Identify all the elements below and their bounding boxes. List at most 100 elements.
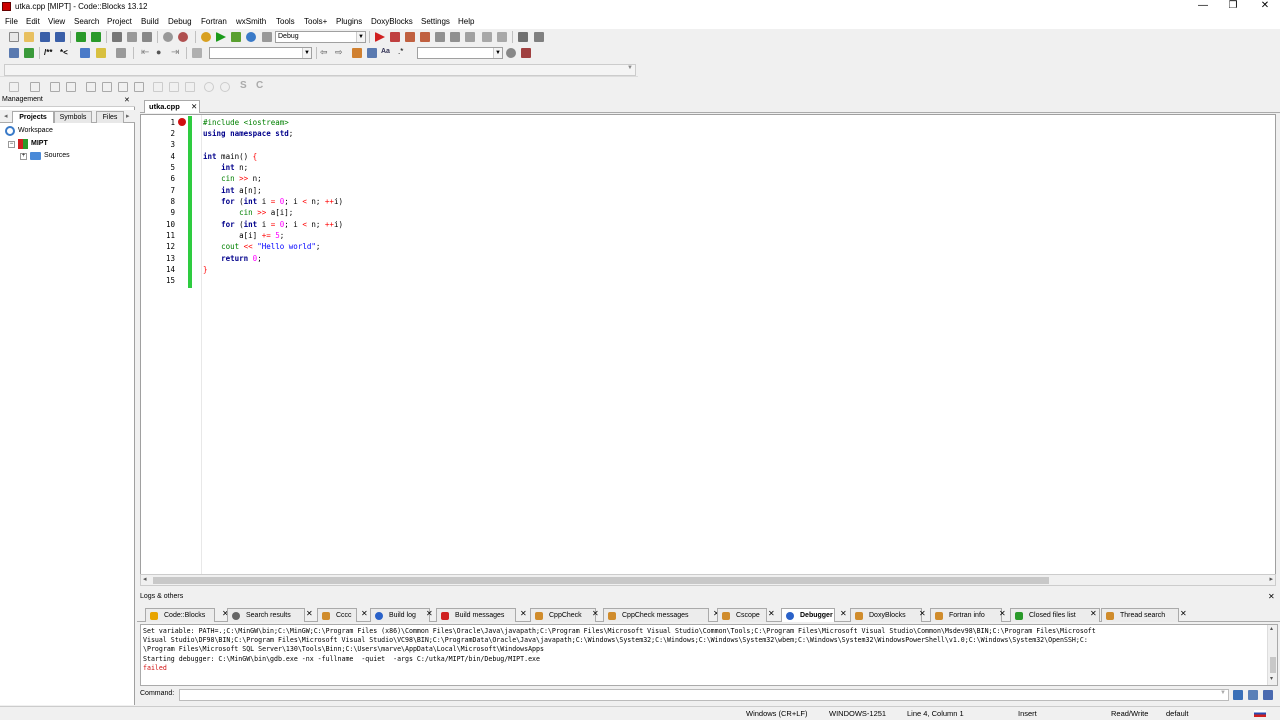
debugger-log[interactable]: Set variable: PATH=.;C:\MinGW\bin;C:\Min… — [140, 624, 1278, 686]
close-icon[interactable]: ✕ — [592, 609, 599, 618]
menu-build[interactable]: Build — [141, 17, 159, 26]
function-scope-select[interactable]: ▼ — [209, 47, 312, 59]
rebuild-icon[interactable] — [246, 32, 256, 42]
scope-select[interactable]: ▼ — [4, 64, 636, 76]
menu-plugins[interactable]: Plugins — [336, 17, 362, 26]
minimize-button[interactable]: — — [1188, 0, 1218, 14]
close-icon[interactable]: ✕ — [768, 609, 775, 618]
menu-tools-plus[interactable]: Tools+ — [304, 17, 327, 26]
extract-docs-icon[interactable] — [24, 48, 34, 58]
build-run-icon[interactable] — [231, 32, 241, 42]
doxyblocks-config-icon[interactable] — [116, 48, 126, 58]
tab-scroll-right-icon[interactable]: ▸ — [126, 112, 130, 120]
tab-build-messages[interactable]: Build messages — [436, 608, 516, 622]
various-info-icon[interactable] — [534, 32, 544, 42]
tab-code-blocks[interactable]: Code::Blocks — [145, 608, 215, 622]
arrow-right-icon[interactable]: ⇨ — [335, 47, 343, 58]
tab-closed-files-list[interactable]: Closed files list — [1010, 608, 1100, 622]
align-icon[interactable] — [102, 82, 112, 92]
toggle-bookmark-icon[interactable]: ● — [156, 47, 161, 57]
close-icon[interactable]: ✕ — [361, 609, 368, 618]
cut-icon[interactable] — [112, 32, 122, 42]
close-icon[interactable]: ✕ — [520, 609, 527, 618]
tab-cppcheck-messages[interactable]: CppCheck messages — [603, 608, 709, 622]
menu-wxsmith[interactable]: wxSmith — [236, 17, 266, 26]
next-instruction-icon[interactable] — [450, 32, 460, 42]
menu-doxyblocks[interactable]: DoxyBlocks — [371, 17, 413, 26]
menu-help[interactable]: Help — [458, 17, 474, 26]
maximize-button[interactable]: ❐ — [1218, 0, 1248, 14]
c-icon[interactable]: C — [256, 80, 263, 91]
command-input[interactable]: ▼ — [179, 689, 1229, 701]
run-to-cursor-icon[interactable] — [390, 32, 400, 42]
debugging-windows-icon[interactable] — [518, 32, 528, 42]
highlight-icon[interactable] — [352, 48, 362, 58]
close-icon[interactable]: ✕ — [306, 609, 313, 618]
arrow-left-icon[interactable]: ⇦ — [320, 47, 328, 58]
undo-icon[interactable] — [76, 32, 86, 42]
scroll-thumb[interactable] — [1270, 657, 1276, 673]
tab-doxyblocks[interactable]: DoxyBlocks — [850, 608, 922, 622]
menu-file[interactable]: File — [5, 17, 18, 26]
menu-project[interactable]: Project — [107, 17, 132, 26]
expand-icon[interactable]: + — [20, 153, 27, 160]
block-comment-icon[interactable]: /** — [44, 48, 52, 57]
close-icon[interactable]: ✕ — [191, 101, 197, 113]
tab-cccc[interactable]: Cccc — [317, 608, 357, 622]
align-icon[interactable] — [86, 82, 96, 92]
save-all-icon[interactable] — [55, 32, 65, 42]
abort-icon[interactable] — [262, 32, 272, 42]
run-html-icon[interactable] — [80, 48, 90, 58]
log-vertical-scrollbar[interactable]: ▴ ▾ — [1267, 625, 1277, 685]
find-icon[interactable] — [163, 32, 173, 42]
tab-symbols[interactable]: Symbols — [54, 111, 92, 123]
tab-debugger[interactable]: Debugger — [781, 608, 835, 622]
tab-cscope[interactable]: Cscope — [717, 608, 767, 622]
line-comment-icon[interactable]: *< — [60, 48, 68, 57]
stop-debugger-icon[interactable] — [497, 32, 507, 42]
run-chm-icon[interactable] — [96, 48, 106, 58]
widget-icon[interactable] — [30, 82, 40, 92]
chevron-down-icon[interactable]: ▼ — [1220, 690, 1226, 696]
build-target-select[interactable]: Debug ▼ — [275, 31, 366, 43]
scroll-left-icon[interactable]: ◂ — [143, 575, 147, 583]
close-icon[interactable]: ✕ — [840, 609, 847, 618]
tab-cppcheck[interactable]: CppCheck — [530, 608, 596, 622]
tab-fortran-info[interactable]: Fortran info — [930, 608, 1002, 622]
copy-icon[interactable] — [127, 32, 137, 42]
search-icon[interactable] — [506, 48, 516, 58]
close-icon[interactable]: ✕ — [1180, 609, 1187, 618]
selected-occurrences-icon[interactable] — [367, 48, 377, 58]
step-into-icon[interactable] — [420, 32, 430, 42]
send-command-icon[interactable] — [1233, 690, 1243, 700]
close-icon[interactable]: ✕ — [919, 609, 926, 618]
jump-forward-icon[interactable]: ⇥ — [171, 47, 179, 58]
new-file-icon[interactable] — [9, 32, 19, 42]
close-icon[interactable]: ✕ — [426, 609, 433, 618]
menu-debug[interactable]: Debug — [168, 17, 192, 26]
options-icon[interactable] — [1263, 690, 1273, 700]
s-icon[interactable]: S — [240, 80, 247, 91]
doxywizard-icon[interactable] — [9, 48, 19, 58]
align-icon[interactable] — [118, 82, 128, 92]
editor-horizontal-scrollbar[interactable]: ◂ ▸ — [140, 574, 1276, 586]
layout-icon[interactable] — [66, 82, 76, 92]
open-icon[interactable] — [24, 32, 34, 42]
menu-view[interactable]: View — [48, 17, 65, 26]
jump-back-icon[interactable]: ⇤ — [141, 47, 149, 58]
load-script-icon[interactable] — [1248, 690, 1258, 700]
expand-icon[interactable] — [185, 82, 195, 92]
step-into-instruction-icon[interactable] — [465, 32, 475, 42]
tab-scroll-left-icon[interactable]: ◂ — [4, 112, 8, 120]
management-close-button[interactable]: ✕ — [124, 96, 130, 104]
expand-icon[interactable] — [153, 82, 163, 92]
scroll-up-icon[interactable]: ▴ — [1270, 625, 1273, 632]
tab-files[interactable]: Files — [96, 111, 124, 123]
close-icon[interactable]: ✕ — [999, 609, 1006, 618]
scroll-right-icon[interactable]: ▸ — [1269, 575, 1273, 583]
pause-icon[interactable] — [482, 32, 492, 42]
menu-settings[interactable]: Settings — [421, 17, 450, 26]
run-icon[interactable] — [216, 32, 226, 42]
scroll-thumb[interactable] — [153, 577, 1049, 584]
regex-icon[interactable]: .* — [398, 47, 403, 56]
